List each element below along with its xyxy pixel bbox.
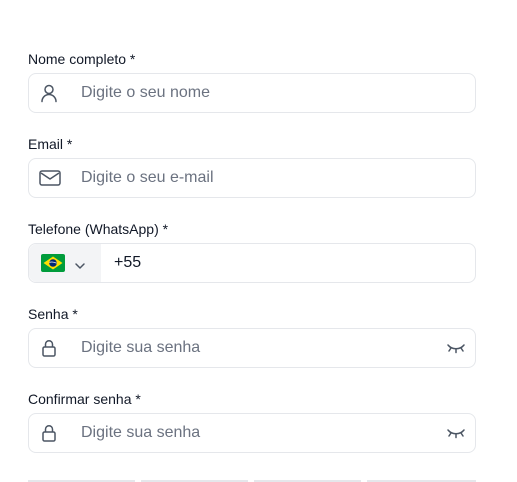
user-icon <box>39 83 59 103</box>
confirm-password-input-box[interactable] <box>28 413 476 453</box>
password-input-box[interactable] <box>28 328 476 368</box>
mail-icon <box>39 168 61 188</box>
name-input-box[interactable] <box>28 73 476 113</box>
lock-icon <box>39 338 59 358</box>
email-input[interactable] <box>81 159 435 197</box>
phone-input-box[interactable] <box>28 243 476 283</box>
name-label: Nome completo * <box>28 51 136 67</box>
password-label: Senha * <box>28 306 78 322</box>
name-input[interactable] <box>81 74 435 112</box>
brazil-flag-icon <box>41 254 65 272</box>
email-label: Email * <box>28 136 73 152</box>
signup-form: Nome completo * Email * Telefo <box>0 0 517 482</box>
eye-closed-icon[interactable] <box>446 341 466 355</box>
country-code-select[interactable] <box>29 244 101 282</box>
chevron-down-icon <box>74 258 86 269</box>
confirm-password-label: Confirmar senha * <box>28 391 141 407</box>
phone-input[interactable] <box>114 244 465 282</box>
eye-closed-icon[interactable] <box>446 426 466 440</box>
email-input-box[interactable] <box>28 158 476 198</box>
password-input[interactable] <box>81 329 435 367</box>
confirm-password-input[interactable] <box>81 414 435 452</box>
lock-icon <box>39 423 59 443</box>
phone-label: Telefone (WhatsApp) * <box>28 221 169 237</box>
